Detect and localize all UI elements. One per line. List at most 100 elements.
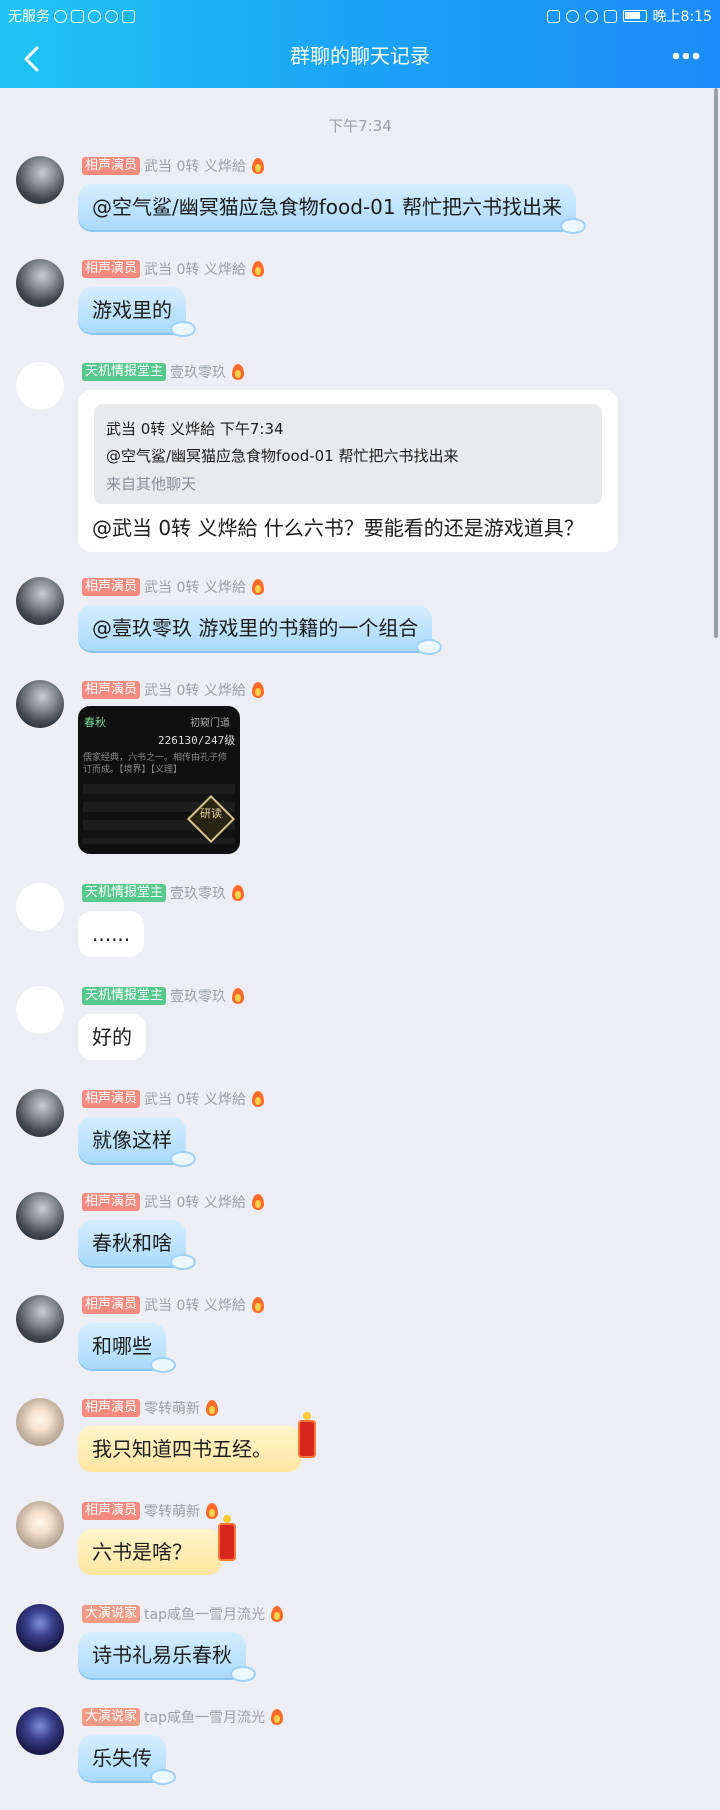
- message-text: @武当 0转 义烨給 什么六书？要能看的还是游戏道具？: [92, 516, 584, 540]
- message-bubble[interactable]: 诗书礼易乐春秋: [78, 1632, 256, 1682]
- message-bubble[interactable]: 游戏里的: [78, 287, 196, 337]
- page-title: 群聊的聊天记录: [290, 44, 430, 68]
- sender-meta: 相声演员 武当 0转 义烨給: [82, 577, 264, 597]
- sender-name[interactable]: 武当 0转 义烨給: [144, 259, 246, 279]
- avatar[interactable]: [16, 1604, 64, 1652]
- wifi-icon: [584, 9, 598, 23]
- sender-name[interactable]: tap咸鱼一雪月流光: [144, 1604, 265, 1624]
- avatar[interactable]: [16, 1501, 64, 1549]
- message-text: 春秋和啥: [92, 1231, 172, 1255]
- avatar[interactable]: [16, 986, 64, 1034]
- image-description: 儒家经典，六书之一。相传由孔子修订而成。【境界】【义理】: [83, 753, 228, 775]
- sender-meta: 大演说家 tap咸鱼一雪月流光: [82, 1707, 283, 1727]
- sender-name[interactable]: 武当 0转 义烨給: [144, 156, 246, 176]
- carrier-label: 无服务: [8, 9, 50, 25]
- message-bubble[interactable]: 就像这样: [78, 1117, 196, 1167]
- message-text: 六书是啥？: [92, 1540, 192, 1564]
- lantern-icon: [218, 1515, 236, 1561]
- fire-icon: [251, 1091, 264, 1107]
- message-bubble[interactable]: @空气鲨/幽冥猫应急食物food-01 帮忙把六书找出来: [78, 184, 586, 234]
- quote-reply-bubble[interactable]: 武当 0转 义烨給 下午7:34 @空气鲨/幽冥猫应急食物food-01 帮忙把…: [78, 390, 618, 552]
- time-separator: 下午7:34: [328, 117, 392, 135]
- message-bubble[interactable]: 乐失传: [78, 1735, 176, 1785]
- sender-name[interactable]: 壹玖零玖: [170, 362, 226, 382]
- title-tag: 天机情报堂主: [82, 884, 167, 902]
- vibrate-icon: [546, 9, 560, 23]
- message-bubble[interactable]: 春秋和啥: [78, 1220, 196, 1270]
- avatar[interactable]: [16, 883, 64, 931]
- battery-icon: [622, 10, 647, 22]
- message-text: 和哪些: [92, 1334, 152, 1358]
- message-text: 游戏里的: [92, 298, 172, 322]
- sender-meta: 大演说家 tap咸鱼一雪月流光: [82, 1604, 283, 1624]
- title-tag: 相声演员: [82, 1502, 141, 1520]
- lantern-icon: [298, 1412, 316, 1458]
- sender-name[interactable]: 武当 0转 义烨給: [144, 1192, 246, 1212]
- title-tag: 相声演员: [82, 157, 141, 175]
- avatar[interactable]: [16, 362, 64, 410]
- message-bubble[interactable]: 我只知道四书五经。: [78, 1412, 316, 1472]
- title-tag: 大演说家: [82, 1708, 141, 1726]
- title-tag: 相声演员: [82, 260, 141, 278]
- wechat-icon: [88, 9, 101, 23]
- sender-name[interactable]: 壹玖零玖: [170, 986, 226, 1006]
- status-left: 无服务: [8, 6, 135, 26]
- fire-icon: [251, 682, 264, 698]
- quoted-source: 来自其他聊天: [106, 475, 197, 493]
- avatar[interactable]: [16, 1192, 64, 1240]
- message-text: 乐失传: [92, 1746, 152, 1770]
- avatar[interactable]: [16, 259, 64, 307]
- title-tag: 相声演员: [82, 1296, 141, 1314]
- more-options-icon[interactable]: [672, 52, 700, 60]
- quoted-header: 武当 0转 义烨給 下午7:34: [106, 420, 284, 438]
- avatar[interactable]: [16, 1089, 64, 1137]
- sender-meta: 相声演员 武当 0转 义烨給: [82, 1089, 264, 1109]
- title-tag: 相声演员: [82, 1090, 141, 1108]
- fire-icon: [232, 988, 245, 1004]
- sender-meta: 天机情报堂主 壹玖零玖: [82, 362, 245, 382]
- fire-icon: [206, 1400, 219, 1416]
- quoted-message[interactable]: 武当 0转 义烨給 下午7:34 @空气鲨/幽冥猫应急食物food-01 帮忙把…: [94, 404, 602, 504]
- message-bubble[interactable]: 好的: [78, 1014, 146, 1060]
- message-text: ......: [92, 922, 131, 946]
- alarm-icon: [565, 9, 579, 23]
- sender-meta: 相声演员 零转萌新: [82, 1501, 219, 1521]
- sender-name[interactable]: 武当 0转 义烨給: [144, 1089, 246, 1109]
- sender-name[interactable]: 武当 0转 义烨給: [144, 1295, 246, 1315]
- sender-name[interactable]: tap咸鱼一雪月流光: [144, 1707, 265, 1727]
- sender-meta: 相声演员 武当 0转 义烨給: [82, 1295, 264, 1315]
- fire-icon: [206, 1503, 219, 1519]
- sender-name[interactable]: 零转萌新: [144, 1398, 200, 1418]
- message-bubble[interactable]: ......: [78, 911, 145, 957]
- fire-icon: [251, 1194, 264, 1210]
- message-text: 我只知道四书五经。: [92, 1437, 272, 1461]
- sender-name[interactable]: 壹玖零玖: [170, 883, 226, 903]
- sim-icon: [603, 9, 617, 23]
- avatar[interactable]: [16, 1295, 64, 1343]
- title-tag: 天机情报堂主: [82, 987, 167, 1005]
- message-bubble[interactable]: 和哪些: [78, 1323, 176, 1373]
- avatar[interactable]: [16, 1398, 64, 1446]
- message-bubble[interactable]: @壹玖零玖 游戏里的书籍的一个组合: [78, 605, 443, 655]
- avatar[interactable]: [16, 1707, 64, 1755]
- nav-bar: 群聊的聊天记录: [0, 30, 720, 88]
- top-bar: 无服务 晚上8:15 群聊的聊天记录: [0, 0, 720, 88]
- fire-icon: [251, 261, 264, 277]
- message-bubble[interactable]: 六书是啥？: [78, 1515, 236, 1575]
- sender-name[interactable]: 武当 0转 义烨給: [144, 680, 246, 700]
- app-notification-icon: [71, 9, 84, 23]
- sender-name[interactable]: 零转萌新: [144, 1501, 200, 1521]
- scrollbar[interactable]: [714, 88, 718, 638]
- sender-meta: 相声演员 武当 0转 义烨給: [82, 1192, 264, 1212]
- fire-icon: [251, 158, 264, 174]
- avatar[interactable]: [16, 680, 64, 728]
- message-text: 就像这样: [92, 1128, 172, 1152]
- sender-name[interactable]: 武当 0转 义烨給: [144, 577, 246, 597]
- shield-icon: [122, 9, 135, 23]
- title-tag: 大演说家: [82, 1605, 141, 1623]
- status-right: 晚上8:15: [546, 6, 712, 26]
- avatar[interactable]: [16, 577, 64, 625]
- avatar[interactable]: [16, 156, 64, 204]
- fire-icon: [270, 1606, 283, 1622]
- game-screenshot-image[interactable]: 春秋 初窥门道 226130/247级 儒家经典，六书之一。相传由孔子修订而成。…: [78, 706, 240, 854]
